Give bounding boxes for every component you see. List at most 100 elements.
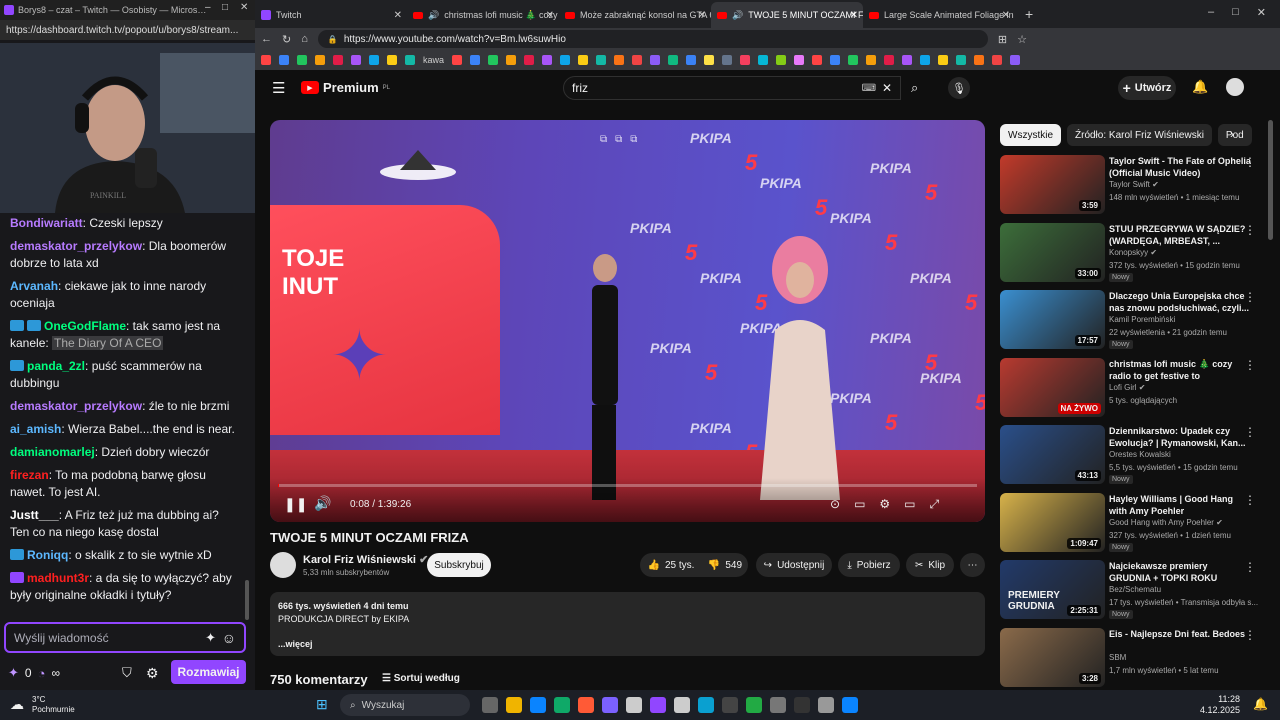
subscribe-button[interactable]: Subskrybuj xyxy=(427,553,491,577)
tab-close-icon[interactable]: ✕ xyxy=(546,10,554,21)
taskbar-app-icon[interactable] xyxy=(650,697,666,713)
chat-username[interactable]: demaskator_przelykow xyxy=(10,399,142,413)
more-vert-icon[interactable]: ⋮ xyxy=(1244,290,1256,304)
taskbar-search[interactable]: ⌕ Wyszukaj xyxy=(340,694,470,716)
chat-username[interactable]: Roniqq xyxy=(27,548,68,562)
rec-title[interactable]: Eis - Najlepsze Dni feat. Bedoes xyxy=(1109,628,1251,640)
tab-close-icon[interactable]: ✕ xyxy=(394,10,402,21)
bookmark-icon[interactable] xyxy=(261,55,271,65)
rec-title[interactable]: STUU PRZEGRYWA W SĄDZIE? (WARDĘGA, MRBEA… xyxy=(1109,223,1251,247)
minimize-icon[interactable]: – xyxy=(1208,6,1214,19)
rec-item[interactable]: 3:28 Eis - Najlepsze Dni feat. Bedoes SBM 1… xyxy=(1000,627,1270,688)
bookmark-icon[interactable] xyxy=(992,55,1003,65)
rec-channel[interactable]: Lofi Girl ✔ xyxy=(1109,383,1146,392)
search-input[interactable]: friz ⌨ ✕ xyxy=(563,76,901,100)
rec-item[interactable]: 3:59 Taylor Swift - The Fate of Ophelia (… xyxy=(1000,155,1270,215)
favorite-icon[interactable]: ☆ xyxy=(1017,33,1027,46)
overlay-icon[interactable]: ⧉ xyxy=(615,134,622,145)
rec-item[interactable]: NA ŻYWO christmas lofi music 🎄 cozy radio… xyxy=(1000,357,1270,418)
bookmark-icon[interactable] xyxy=(938,55,949,65)
browser-tab[interactable]: Twitch ✕ xyxy=(255,2,407,28)
bookmark-icon[interactable] xyxy=(578,55,589,65)
rec-channel[interactable]: Kamil Porembiński xyxy=(1109,315,1175,324)
bookmark-icon[interactable] xyxy=(506,55,517,65)
more-vert-icon[interactable]: ⋮ xyxy=(1244,155,1256,169)
home-icon[interactable]: ⌂ xyxy=(301,33,308,45)
bookmark-label[interactable]: kawa xyxy=(423,55,444,65)
taskbar-app-icon[interactable] xyxy=(578,697,594,713)
chat-send-button[interactable]: Rozmawiaj xyxy=(171,660,246,684)
rec-item[interactable]: PREMIERY GRUDNIA 2:25:31 Najciekawsze prem… xyxy=(1000,560,1270,620)
chat-username[interactable]: panda_2zl xyxy=(27,359,85,373)
avatar[interactable] xyxy=(1226,78,1244,96)
bookmark-icon[interactable] xyxy=(866,55,877,65)
rec-thumbnail[interactable]: 3:28 xyxy=(1000,627,1105,687)
autoplay-toggle[interactable]: ⊙ xyxy=(830,497,840,512)
like-button[interactable]: 👍 25 tys. xyxy=(640,553,702,577)
gear-icon[interactable]: ⚙ xyxy=(146,665,159,682)
channel-points-icon[interactable]: ✦ xyxy=(8,665,19,681)
rec-thumbnail[interactable]: 3:59 xyxy=(1000,155,1105,214)
bookmark-icon[interactable] xyxy=(297,55,307,65)
bookmark-icon[interactable] xyxy=(632,55,643,65)
weather-widget[interactable]: 3°C Pochmurnie xyxy=(32,695,75,715)
dislike-button[interactable]: 👎 549 xyxy=(702,553,748,577)
create-button[interactable]: + Utwórz xyxy=(1118,76,1176,100)
rec-thumbnail[interactable]: NA ŻYWO xyxy=(1000,357,1105,417)
rec-title[interactable]: Hayley Williams | Good Hang with Amy Poe… xyxy=(1109,493,1251,517)
bookmark-icon[interactable] xyxy=(1010,55,1021,65)
bookmark-icon[interactable] xyxy=(596,55,607,65)
taskbar-app-icon[interactable] xyxy=(602,697,618,713)
bookmark-icon[interactable] xyxy=(405,55,415,65)
chat-input[interactable]: Wyślij wiadomość ✦ ☺ xyxy=(4,622,246,653)
bookmark-icon[interactable] xyxy=(830,55,841,65)
taskbar-app-icon[interactable] xyxy=(626,697,642,713)
taskbar-app-icon[interactable] xyxy=(794,697,810,713)
browser-tab[interactable]: Large Scale Animated Foliage in ✕ xyxy=(863,2,1015,28)
channel-name[interactable]: Karol Friz Wiśniewski ✔ xyxy=(303,553,428,566)
clear-icon[interactable]: ✕ xyxy=(882,81,892,95)
bookmark-icon[interactable] xyxy=(794,55,805,65)
bookmark-icon[interactable] xyxy=(542,55,553,65)
chat-username[interactable]: Justt___ xyxy=(10,508,59,522)
chat-username[interactable]: Arvanah xyxy=(10,279,58,293)
filter-chip[interactable]: Źródło: Karol Friz Wiśniewski xyxy=(1067,124,1212,146)
reload-icon[interactable]: ↻ xyxy=(282,33,291,46)
more-vert-icon[interactable]: ⋮ xyxy=(1244,628,1256,642)
description-box[interactable]: 666 tys. wyświetleń 4 dni temu PRODUKCJA… xyxy=(270,592,985,656)
rec-channel[interactable]: Orestes Kowalski xyxy=(1109,450,1171,459)
bookmark-icon[interactable] xyxy=(722,55,733,65)
volume-icon[interactable]: 🔊 xyxy=(314,495,331,512)
bookmark-icon[interactable] xyxy=(902,55,913,65)
more-vert-icon[interactable]: ⋮ xyxy=(1244,358,1256,372)
taskbar-app-icon[interactable] xyxy=(698,697,714,713)
hype-icon[interactable]: ◔ xyxy=(38,666,46,681)
rec-title[interactable]: Najciekawsze premiery GRUDNIA + TOPKI RO… xyxy=(1109,560,1251,584)
rec-channel[interactable]: Bez/Schematu xyxy=(1109,585,1161,594)
bookmark-icon[interactable] xyxy=(452,55,463,65)
menu-icon[interactable]: ☰ xyxy=(272,79,285,97)
chat-scrollbar[interactable] xyxy=(245,580,249,620)
chat-username[interactable]: madhunt3r xyxy=(27,571,89,585)
more-vert-icon[interactable]: ⋮ xyxy=(1244,560,1256,574)
close-icon[interactable]: ✕ xyxy=(240,2,248,13)
rec-channel[interactable]: Taylor Swift ✔ xyxy=(1109,180,1159,189)
search-button[interactable]: ⌕ xyxy=(901,76,931,100)
taskbar-app-icon[interactable] xyxy=(746,697,762,713)
bookmark-icon[interactable] xyxy=(956,55,967,65)
minimize-icon[interactable]: – xyxy=(205,2,211,13)
twitch-address-bar[interactable]: https://dashboard.twitch.tv/popout/u/bor… xyxy=(0,20,255,40)
download-button[interactable]: ⤓ Pobierz xyxy=(838,553,900,577)
maximize-icon[interactable]: □ xyxy=(1232,6,1239,19)
bookmark-icon[interactable] xyxy=(920,55,931,65)
taskbar-app-icon[interactable] xyxy=(818,697,834,713)
taskbar-app-icon[interactable] xyxy=(842,697,858,713)
rec-item[interactable]: 33:00 STUU PRZEGRYWA W SĄDZIE? (WARDĘGA, … xyxy=(1000,222,1270,283)
chat-username[interactable]: OneGodFlame xyxy=(44,319,126,333)
chat-username[interactable]: damianomarlej xyxy=(10,445,95,459)
bookmark-icon[interactable] xyxy=(812,55,823,65)
bookmark-icon[interactable] xyxy=(315,55,325,65)
taskbar-app-icon[interactable] xyxy=(554,697,570,713)
bookmark-icon[interactable] xyxy=(351,55,361,65)
chat-username[interactable]: Bondiwariatt xyxy=(10,216,83,230)
